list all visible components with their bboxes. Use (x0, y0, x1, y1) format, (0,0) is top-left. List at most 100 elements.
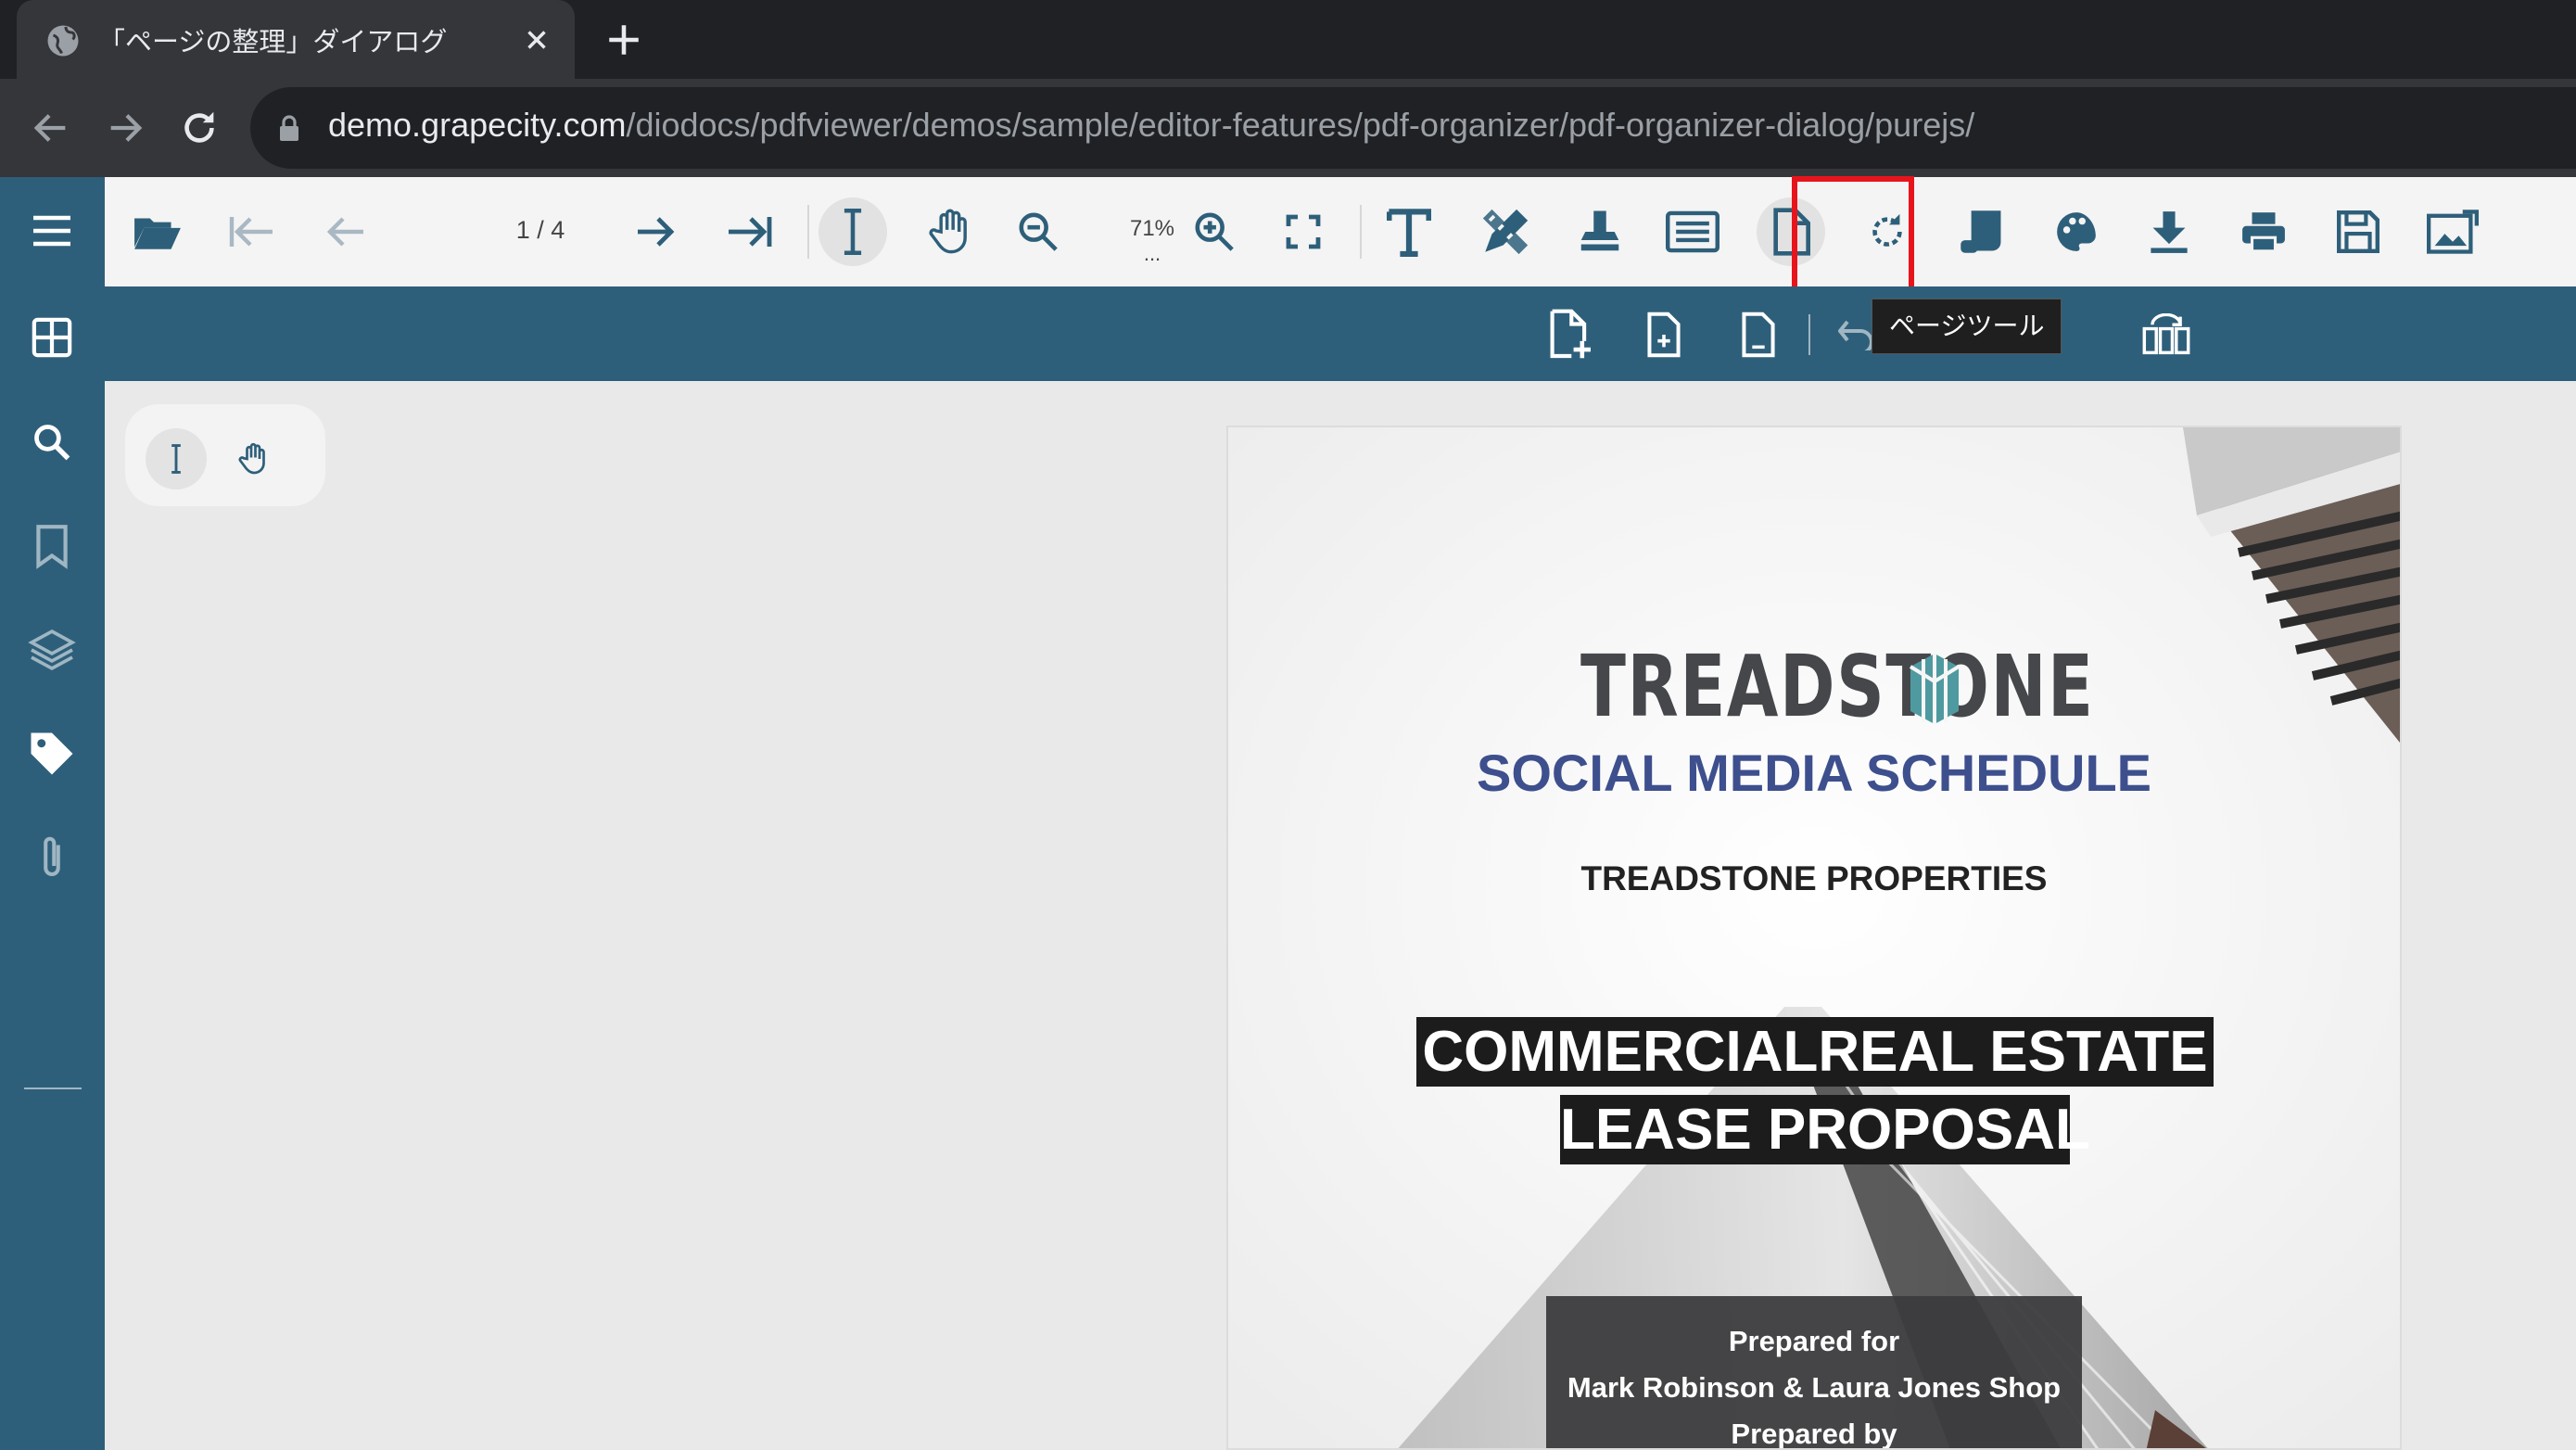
text-cursor-icon (171, 444, 181, 474)
toolbar-divider (1360, 205, 1362, 259)
headline-line-2: LEASE PROPOSAL (1560, 1095, 2090, 1164)
page-tools-divider (1808, 314, 1810, 355)
page-organizer-button[interactable] (2140, 307, 2192, 362)
zoom-options[interactable]: ... (1115, 242, 1189, 266)
logo-gem-icon (1909, 654, 1961, 724)
thumbnails-icon (32, 317, 72, 358)
zoom-in-icon (1195, 212, 1234, 251)
add-page-icon (1550, 309, 1591, 359)
sidebar-divider (24, 1088, 82, 1089)
first-page-icon (229, 217, 273, 247)
text-tools-button[interactable] (1375, 197, 1443, 266)
search-button[interactable] (26, 416, 78, 468)
bookmark-icon (36, 525, 68, 569)
new-tab-icon[interactable] (604, 20, 643, 59)
print-button[interactable] (2229, 197, 2298, 266)
text-icon (1387, 209, 1431, 257)
menu-button[interactable] (26, 205, 78, 257)
text-selection-tool-button[interactable] (818, 197, 887, 266)
zoom-out-button[interactable] (1004, 197, 1072, 266)
open-file-button[interactable] (123, 197, 192, 266)
layers-icon (28, 629, 76, 671)
delete-page-button[interactable] (1732, 307, 1784, 362)
save-button[interactable] (2324, 197, 2392, 266)
paperclip-icon (44, 836, 60, 877)
hand-icon (929, 209, 967, 254)
hand-icon (238, 442, 265, 475)
headline-line-1: COMMERCIALREAL ESTATE (1416, 1017, 2214, 1087)
search-icon (34, 425, 70, 461)
image-icon (2427, 210, 2479, 254)
first-page-button[interactable] (216, 197, 285, 266)
duplicate-page-button[interactable] (1638, 307, 1690, 362)
brand-logo: TREADSTONE (1580, 637, 2095, 736)
page-add-small-icon (1647, 312, 1681, 358)
draw-tools-button[interactable] (1471, 197, 1540, 266)
toolbar-divider (807, 205, 809, 259)
fullscreen-icon (1286, 214, 1321, 249)
floating-pan-button[interactable] (223, 428, 285, 490)
document-properties-button[interactable] (1948, 197, 2016, 266)
back-icon[interactable] (30, 107, 72, 149)
folder-open-icon (134, 218, 181, 249)
globe-icon (47, 25, 79, 57)
previous-page-button[interactable] (311, 197, 379, 266)
layers-button[interactable] (26, 624, 78, 676)
lock-icon[interactable] (278, 115, 300, 141)
page-remove-icon (1742, 312, 1775, 358)
viewer-toolbar: 1 / 4 71% ... (105, 177, 2576, 286)
highlight-frame (1792, 176, 1914, 293)
save-as-image-button[interactable] (2418, 197, 2487, 266)
bookmarks-button[interactable] (26, 520, 78, 572)
download-icon (2151, 211, 2188, 253)
printer-icon (2242, 212, 2285, 253)
document-subtitle: SOCIAL MEDIA SCHEDULE (1476, 744, 2152, 802)
company-name: TREADSTONE PROPERTIES (1580, 859, 2048, 897)
zoom-value[interactable]: 71% (1115, 216, 1189, 242)
structure-tags-button[interactable] (26, 728, 78, 780)
text-cursor-icon (844, 209, 862, 255)
prepared-for-name: Mark Robinson & Laura Jones Shop (1567, 1371, 2062, 1404)
undo-icon (1838, 320, 1873, 350)
pencil-ruler-icon (1482, 209, 1529, 255)
close-tab-icon[interactable] (521, 24, 552, 56)
insert-page-button[interactable] (1543, 307, 1595, 362)
arrow-right-icon (638, 217, 675, 247)
form-tools-button[interactable] (1658, 197, 1727, 266)
arrow-left-icon (326, 217, 363, 247)
stamp-icon (1580, 210, 1619, 251)
download-button[interactable] (2135, 197, 2203, 266)
palette-icon (2057, 212, 2096, 251)
scroll-icon (1961, 210, 2001, 253)
floating-text-select-button[interactable] (146, 428, 207, 490)
form-icon (1666, 210, 1719, 253)
pan-tool-button[interactable] (917, 197, 985, 266)
viewer-sidebar (0, 177, 105, 1450)
browser-tab[interactable]: 「ページの整理」ダイアログ (17, 0, 575, 79)
reload-icon[interactable] (178, 107, 221, 149)
attachments-button[interactable] (26, 832, 78, 884)
url-text[interactable]: demo.grapecity.com/diodocs/pdfviewer/dem… (328, 106, 1974, 145)
zoom-out-icon (1019, 212, 1058, 251)
page-tools-bar (105, 286, 2576, 381)
floating-tool-bar (125, 404, 325, 506)
hamburger-icon (33, 215, 70, 247)
fullscreen-button[interactable] (1269, 197, 1338, 266)
page-tools-tooltip: ページツール (1872, 299, 2062, 354)
zoom-in-button[interactable] (1180, 197, 1249, 266)
tab-title: 「ページの整理」ダイアログ (98, 26, 448, 57)
forward-icon[interactable] (104, 107, 146, 149)
prepared-by-label: Prepared by (1731, 1418, 1897, 1450)
theme-button[interactable] (2042, 197, 2111, 266)
pdf-page: TREADSTONE SOCIAL MEDIA SCHEDULE TREADST… (1226, 426, 2402, 1450)
stamp-tools-button[interactable] (1566, 197, 1634, 266)
last-page-button[interactable] (717, 197, 785, 266)
thumbnails-button[interactable] (26, 312, 78, 363)
page-number-input[interactable]: 1 / 4 (476, 216, 605, 245)
organize-pages-icon (2142, 313, 2190, 355)
prepared-for-label: Prepared for (1728, 1325, 1900, 1357)
save-icon (2337, 210, 2379, 253)
tag-icon (31, 732, 73, 775)
next-page-button[interactable] (622, 197, 691, 266)
browser-tab-strip: 「ページの整理」ダイアログ (0, 0, 2576, 79)
